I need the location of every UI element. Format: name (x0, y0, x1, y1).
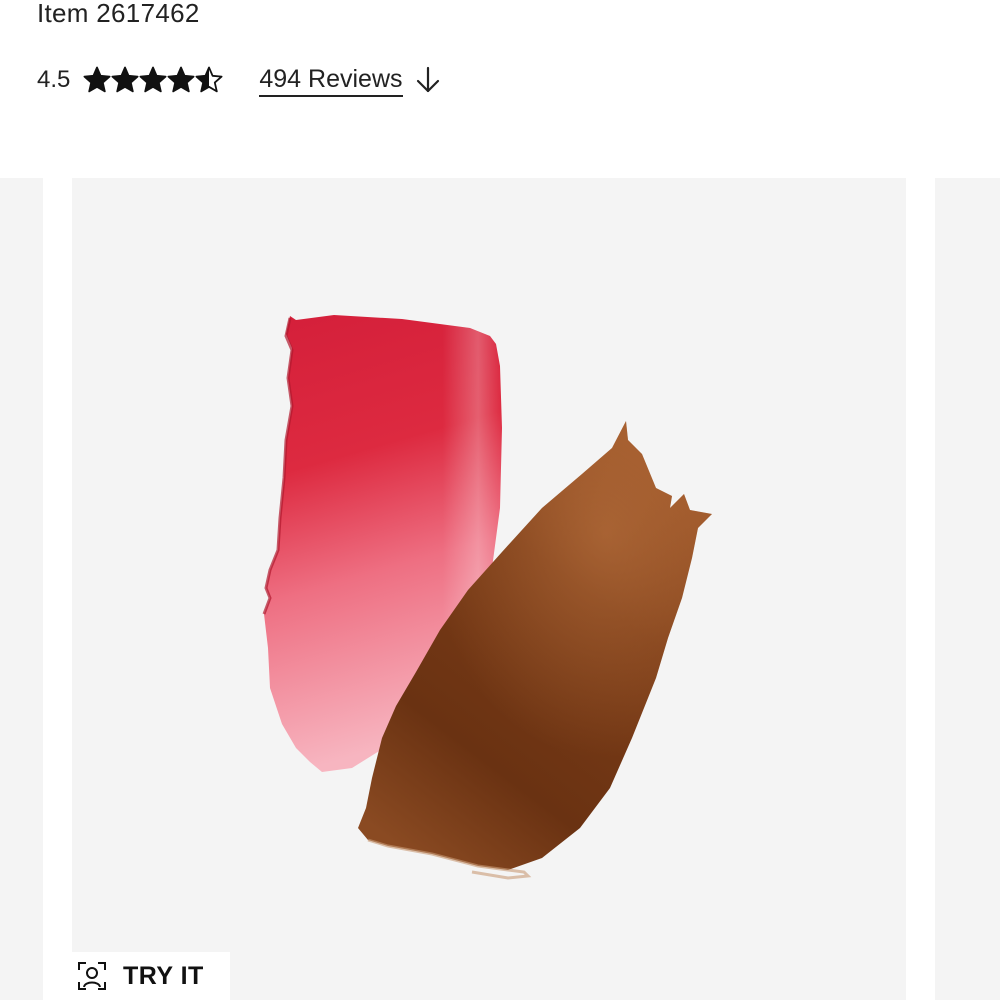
try-it-button[interactable]: TRY IT (72, 952, 230, 1000)
reviews-count-label: 494 Reviews (259, 64, 403, 97)
star-full-icon (111, 66, 139, 93)
reviews-link[interactable]: 494 Reviews (259, 64, 440, 97)
item-number: Item 2617462 (37, 0, 200, 28)
star-half-icon (195, 66, 223, 93)
gallery-previous-image[interactable] (0, 178, 43, 1000)
product-page: Item 2617462 4.5 494 Reviews TRY IT (0, 0, 1000, 1000)
star-rating (83, 66, 223, 94)
gallery-next-image[interactable] (935, 178, 1000, 1000)
star-full-icon (167, 66, 195, 93)
lip-swatch-image (262, 315, 712, 880)
product-image[interactable] (72, 178, 906, 1000)
rating-row: 4.5 494 Reviews (37, 58, 441, 102)
rating-value: 4.5 (37, 66, 71, 93)
face-scan-icon (78, 962, 106, 990)
star-full-icon (83, 66, 111, 93)
try-it-label: TRY IT (123, 961, 204, 990)
star-full-icon (139, 66, 167, 93)
arrow-down-icon (416, 66, 439, 93)
